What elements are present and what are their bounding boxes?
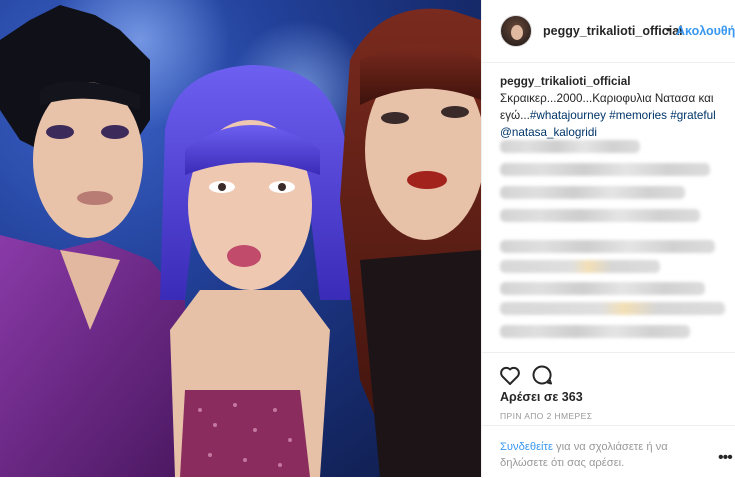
ellipsis-icon[interactable]: ••• — [718, 449, 733, 467]
blurred-comment-line — [500, 163, 710, 176]
avatar[interactable] — [500, 15, 532, 47]
blurred-comment-line — [500, 282, 705, 295]
post-header: peggy_trikalioti_official • Ακολουθήστε — [482, 0, 735, 63]
post-caption: peggy_trikalioti_official Σκραικερ...200… — [500, 73, 732, 141]
mention-link[interactable]: @natasa_kalogridi — [500, 126, 597, 139]
blurred-comment-line — [500, 260, 660, 273]
comment-icon[interactable] — [530, 363, 554, 387]
login-link[interactable]: Συνδεθείτε — [500, 441, 553, 453]
caption-username[interactable]: peggy_trikalioti_official — [500, 75, 631, 88]
post-sidebar: peggy_trikalioti_official • Ακολουθήστε … — [481, 0, 735, 477]
photo-illustration — [0, 0, 481, 477]
instagram-post: peggy_trikalioti_official • Ακολουθήστε … — [0, 0, 735, 477]
hashtag-link[interactable]: #memories — [609, 109, 667, 122]
follow-button[interactable]: Ακολουθήστε — [676, 24, 735, 38]
comment-prompt-text: Συνδεθείτε για να σχολιάσετε ή να δηλώσε… — [500, 439, 705, 471]
post-timestamp: ΠΡΙΝ ΑΠΟ 2 ΗΜΕΡΕΣ — [500, 411, 593, 421]
post-photo[interactable] — [0, 0, 481, 477]
separator-dot: • — [666, 22, 671, 37]
like-count[interactable]: Αρέσει σε 363 — [500, 390, 583, 404]
heart-icon[interactable] — [498, 363, 522, 387]
comment-prompt: Συνδεθείτε για να σχολιάσετε ή να δηλώσε… — [482, 425, 735, 478]
username-link[interactable]: peggy_trikalioti_official — [543, 24, 683, 38]
blurred-comment-line — [500, 209, 700, 222]
blurred-comment-line — [500, 325, 690, 338]
blurred-comment-line — [500, 302, 725, 315]
blurred-comment-line — [500, 240, 715, 253]
hashtag-link[interactable]: #whatajourney — [530, 109, 606, 122]
blurred-comment-line — [500, 186, 685, 199]
hashtag-link[interactable]: #grateful — [670, 109, 715, 122]
blurred-comment-line — [500, 140, 640, 153]
